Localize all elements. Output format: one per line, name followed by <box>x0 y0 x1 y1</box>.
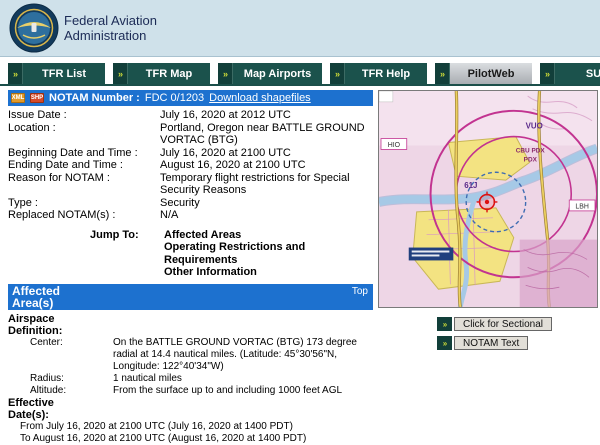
tab-pilotweb[interactable]: » PilotWeb <box>435 63 532 84</box>
agency-name-line1: Federal Aviation <box>64 13 157 28</box>
map-label-lbh: LBH <box>575 203 588 210</box>
map-label-hio: HIO <box>388 142 401 149</box>
radius-label: Radius: <box>8 373 113 385</box>
effective-dates-heading: Effective Date(s): <box>8 397 78 421</box>
map-action-buttons: » Click for Sectional » NOTAM Text <box>437 317 552 355</box>
notam-number-label: NOTAM Number : <box>49 92 140 105</box>
tab-tfr-map[interactable]: » TFR Map <box>113 63 210 84</box>
affected-areas-title: Affected Area(s) <box>12 285 82 309</box>
field-label: Reason for NOTAM : <box>8 172 160 197</box>
center-label: Center: <box>8 337 113 373</box>
field-value: August 16, 2020 at 2100 UTC <box>160 159 373 172</box>
map-label-61j: 61J <box>464 181 477 190</box>
faa-seal-icon <box>9 3 59 53</box>
double-chevron-icon: » <box>218 63 233 84</box>
sectional-chart-graphic: HIO LBH VUO CBU PDX PDX 61J <box>379 91 597 307</box>
notam-text-label: NOTAM Text <box>454 336 528 350</box>
map-label-pdx: PDX <box>524 156 538 163</box>
double-chevron-icon: » <box>113 63 128 84</box>
field-label: Type : <box>8 197 160 210</box>
radius-value: 1 nautical miles <box>113 373 373 385</box>
double-chevron-icon: » <box>437 336 452 350</box>
notam-details-table: Issue Date : July 16, 2020 at 2012 UTC L… <box>8 109 373 222</box>
airspace-definition-heading: Airspace Definition: <box>8 313 78 337</box>
sectional-chart-thumbnail[interactable]: HIO LBH VUO CBU PDX PDX 61J <box>378 90 598 308</box>
field-label: Issue Date : <box>8 109 160 122</box>
field-value: Temporary flight restrictions for Specia… <box>160 172 373 197</box>
field-label: Ending Date and Time : <box>8 159 160 172</box>
agency-name-line2: Administration <box>64 28 157 43</box>
tab-tfr-help[interactable]: » TFR Help <box>330 63 427 84</box>
tab-pilotweb-label: PilotWeb <box>450 63 532 84</box>
map-label-vuo: VUO <box>526 122 543 131</box>
top-link[interactable]: Top <box>352 286 368 298</box>
xml-file-icon[interactable]: XML <box>11 93 25 103</box>
shapefile-icon[interactable]: SHP <box>30 93 44 103</box>
page-header: Federal Aviation Administration <box>0 0 600 57</box>
map-label-cbu-pdx: CBU PDX <box>516 147 546 154</box>
jump-to-label: Jump To: <box>90 229 164 279</box>
tab-tfr-map-label: TFR Map <box>128 63 210 84</box>
effective-to: To August 16, 2020 at 2100 UTC (August 1… <box>20 433 373 445</box>
double-chevron-icon: » <box>435 63 450 84</box>
tab-map-airports-label: Map Airports <box>233 63 322 84</box>
field-value: Portland, Oregon near BATTLE GROUND VORT… <box>160 122 373 147</box>
center-value: On the BATTLE GROUND VORTAC (BTG) 173 de… <box>113 337 373 373</box>
double-chevron-icon: » <box>8 63 23 84</box>
field-label: Beginning Date and Time : <box>8 147 160 160</box>
affected-areas-header: Affected Area(s) Top <box>8 284 373 310</box>
airspace-section: Airspace Definition: Center: On the BATT… <box>8 313 373 445</box>
altitude-value: From the surface up to and including 100… <box>113 385 373 397</box>
double-chevron-icon: » <box>330 63 345 84</box>
tab-tfr-list-label: TFR List <box>23 63 105 84</box>
field-label: Location : <box>8 122 160 147</box>
tab-map-airports[interactable]: » Map Airports <box>218 63 322 84</box>
download-shapefiles-link[interactable]: Download shapefiles <box>209 92 311 105</box>
double-chevron-icon: » <box>437 317 452 331</box>
tab-sua-label: SUA <box>555 63 600 84</box>
double-chevron-icon: » <box>540 63 555 84</box>
tab-sua[interactable]: » SUA <box>540 63 600 84</box>
notam-header-bar: XML SHP NOTAM Number : FDC 0/1203 Downlo… <box>8 90 373 106</box>
click-for-sectional-button[interactable]: » Click for Sectional <box>437 317 552 331</box>
jump-link-operating-restrictions[interactable]: Operating Restrictions and Requirements <box>164 241 373 266</box>
field-value: Security <box>160 197 373 210</box>
notam-text-button[interactable]: » NOTAM Text <box>437 336 552 350</box>
tab-tfr-list[interactable]: » TFR List <box>8 63 105 84</box>
agency-name: Federal Aviation Administration <box>64 13 157 43</box>
field-value: July 16, 2020 at 2100 UTC <box>160 147 373 160</box>
jump-link-other-information[interactable]: Other Information <box>164 266 373 279</box>
tab-tfr-help-label: TFR Help <box>345 63 427 84</box>
click-for-sectional-label: Click for Sectional <box>454 317 552 331</box>
nav-tabbar: » TFR List » TFR Map » Map Airports » TF… <box>0 63 600 86</box>
notam-detail-panel: XML SHP NOTAM Number : FDC 0/1203 Downlo… <box>8 90 373 445</box>
field-value: N/A <box>160 209 373 222</box>
effective-from: From July 16, 2020 at 2100 UTC (July 16,… <box>20 421 373 433</box>
field-label: Replaced NOTAM(s) : <box>8 209 160 222</box>
jump-to-section: Jump To: Affected Areas Operating Restri… <box>90 229 373 279</box>
field-value: July 16, 2020 at 2012 UTC <box>160 109 373 122</box>
notam-number-value: FDC 0/1203 <box>145 92 204 105</box>
altitude-label: Altitude: <box>8 385 113 397</box>
jump-link-affected-areas[interactable]: Affected Areas <box>164 229 373 242</box>
